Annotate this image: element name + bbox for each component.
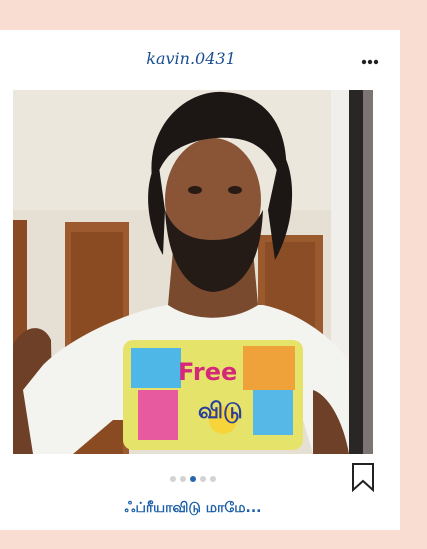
- shirt-text-free: Free: [178, 358, 237, 386]
- carousel-dot[interactable]: [200, 476, 206, 482]
- bookmark-button[interactable]: [351, 462, 375, 492]
- post-photo[interactable]: Free விடு: [13, 90, 373, 454]
- post-card: kavin.0431 Free விடு ஃப்ரீயாவிடு மாமே...: [0, 30, 400, 530]
- more-options-button[interactable]: [356, 52, 384, 72]
- post-caption[interactable]: ஃப்ரீயாவிடு மாமே...: [0, 500, 386, 518]
- post-username[interactable]: kavin.0431: [0, 49, 382, 68]
- carousel-dot[interactable]: [210, 476, 216, 482]
- carousel-dot[interactable]: [180, 476, 186, 482]
- bookmark-icon: [352, 463, 374, 492]
- carousel-dot[interactable]: [170, 476, 176, 482]
- carousel-indicator: [0, 476, 386, 482]
- more-horizontal-icon: [361, 59, 379, 65]
- carousel-dot[interactable]: [190, 476, 196, 482]
- shirt-text-vidu: விடு: [198, 399, 243, 424]
